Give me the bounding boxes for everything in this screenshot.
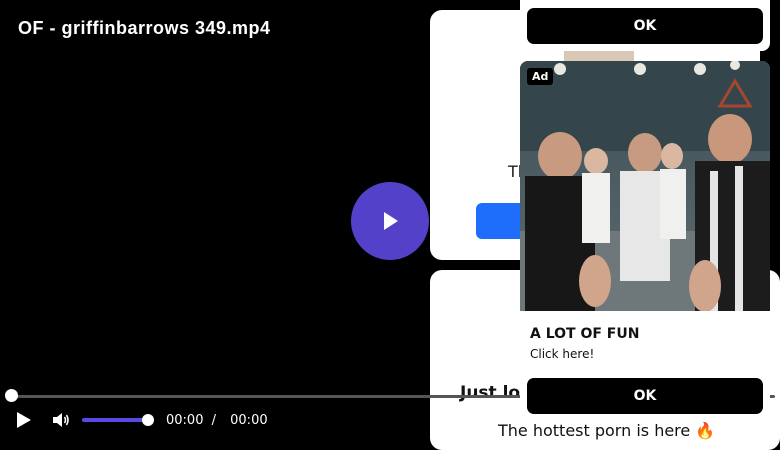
- volume-slider[interactable]: [82, 414, 154, 426]
- time-display: 00:00 / 00:00: [166, 413, 268, 428]
- ok-button-top[interactable]: OK: [527, 8, 763, 44]
- video-title: OF - griffinbarrows 349.mp4: [18, 18, 271, 38]
- time-separator: /: [211, 412, 216, 428]
- big-play-button[interactable]: [351, 182, 429, 260]
- duration: 00:00: [230, 412, 268, 428]
- player-controls: 00:00 / 00:00: [0, 406, 440, 434]
- volume-handle[interactable]: [142, 414, 154, 426]
- volume-button[interactable]: [52, 410, 72, 430]
- play-icon: [384, 212, 398, 230]
- seek-handle[interactable]: [5, 389, 18, 402]
- ok-button-bottom[interactable]: OK: [527, 378, 763, 414]
- volume-icon: [53, 413, 69, 427]
- play-button[interactable]: [16, 409, 38, 431]
- ad-subtext[interactable]: Click here!: [530, 347, 594, 361]
- play-icon: [17, 412, 31, 428]
- promo-card-tagline: The hottest porn is here 🔥: [498, 421, 716, 440]
- ad-badge: Ad: [527, 68, 554, 85]
- ad-headline[interactable]: A LOT OF FUN: [530, 326, 639, 342]
- current-time: 00:00: [166, 412, 204, 428]
- ad-image[interactable]: [520, 61, 770, 311]
- ad-card[interactable]: Ad A LOT OF FUN Click here! OK: [520, 61, 770, 422]
